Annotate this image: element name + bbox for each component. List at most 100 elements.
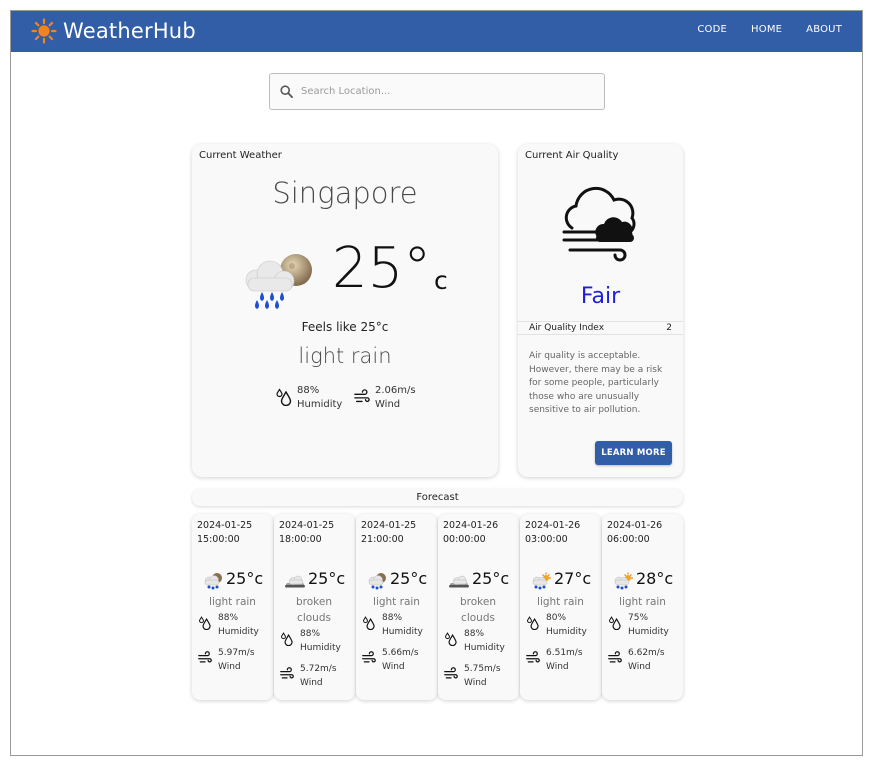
top-navbar: WeatherHub CODE HOME ABOUT xyxy=(11,11,862,52)
forecast-wind-label: Wind xyxy=(382,662,405,672)
forecast-humidity-value: 75% xyxy=(628,613,649,623)
forecast-humidity-label: Humidity xyxy=(546,627,587,637)
forecast-humidity: 80% Humidity xyxy=(526,611,587,639)
forecast-temperature: 25°c xyxy=(308,569,346,588)
nav-home[interactable]: HOME xyxy=(751,24,782,35)
humidity-icon xyxy=(276,388,292,406)
search-icon xyxy=(280,85,293,98)
forecast-description: broken clouds xyxy=(460,596,496,624)
humidity-icon xyxy=(445,632,457,646)
forecast-humidity: 75% Humidity xyxy=(608,611,669,639)
forecast-card: 2024-01-26 00:00:00 25°c broken clouds 88% Hu… xyxy=(438,514,519,700)
forecast-date: 2024-01-25 xyxy=(279,520,335,531)
forecast-temperature: 25°c xyxy=(390,569,428,588)
forecast-humidity-label: Humidity xyxy=(464,643,505,653)
forecast-heading: Forecast xyxy=(192,489,683,506)
forecast-wind-label: Wind xyxy=(464,678,487,688)
nav-code[interactable]: CODE xyxy=(697,24,727,35)
nav-links: CODE HOME ABOUT xyxy=(673,24,842,35)
nav-about[interactable]: ABOUT xyxy=(806,24,842,35)
forecast-humidity: 88% Humidity xyxy=(280,627,341,655)
humidity-value: 88% xyxy=(297,385,320,396)
humidity-icon xyxy=(199,616,211,630)
haze-cloud-icon xyxy=(562,186,636,262)
logo[interactable]: WeatherHub xyxy=(31,17,196,45)
forecast-humidity-value: 88% xyxy=(464,629,485,639)
wind-icon xyxy=(198,651,212,663)
temperature-unit: c xyxy=(434,266,448,295)
forecast-description: light rain xyxy=(373,596,420,608)
forecast-humidity-value: 88% xyxy=(300,629,321,639)
humidity-icon xyxy=(609,616,621,630)
forecast-wind: 5.66m/s Wind xyxy=(362,646,419,674)
forecast-description: light rain xyxy=(619,596,666,608)
forecast-time: 00:00:00 xyxy=(443,534,486,545)
wind-stat: 2.06m/s Wind xyxy=(354,384,416,412)
forecast-wind: 6.51m/s Wind xyxy=(526,646,583,674)
forecast-wind-value: 5.97m/s xyxy=(218,648,255,658)
forecast-temperature: 28°c xyxy=(636,569,674,588)
forecast-temperature: 25°c xyxy=(226,569,264,588)
wind-icon xyxy=(444,667,458,679)
forecast-wind-label: Wind xyxy=(300,678,323,688)
humidity-icon xyxy=(363,616,375,630)
forecast-description: broken clouds xyxy=(296,596,332,624)
forecast-wind-label: Wind xyxy=(546,662,569,672)
forecast-humidity-label: Humidity xyxy=(300,643,341,653)
forecast-humidity-label: Humidity xyxy=(628,627,669,637)
humidity-icon xyxy=(527,616,539,630)
forecast-date: 2024-01-25 xyxy=(197,520,253,531)
forecast-humidity-value: 88% xyxy=(218,613,239,623)
forecast-time: 18:00:00 xyxy=(279,534,322,545)
feels-like: Feels like 25°c xyxy=(301,320,389,334)
rain-sun-icon xyxy=(612,572,634,590)
forecast-humidity-label: Humidity xyxy=(218,627,259,637)
forecast-humidity: 88% Humidity xyxy=(444,627,505,655)
rain-sun-icon xyxy=(530,572,552,590)
weather-description: light rain xyxy=(298,344,392,368)
forecast-humidity: 88% Humidity xyxy=(198,611,259,639)
rain-moon-icon xyxy=(366,572,388,590)
wind-icon xyxy=(354,389,370,403)
forecast-card: 2024-01-26 06:00:00 28°c light rain 75% Humid… xyxy=(602,514,683,700)
forecast-date: 2024-01-25 xyxy=(361,520,417,531)
app-title: WeatherHub xyxy=(63,19,196,43)
forecast-description: light rain xyxy=(537,596,584,608)
search-input[interactable] xyxy=(301,86,581,97)
forecast-wind-value: 6.51m/s xyxy=(546,648,583,658)
forecast-date: 2024-01-26 xyxy=(525,520,581,531)
forecast-date: 2024-01-26 xyxy=(607,520,663,531)
forecast-wind-label: Wind xyxy=(628,662,651,672)
rain-moon-icon xyxy=(202,572,224,590)
current-weather-heading: Current Weather xyxy=(199,150,282,161)
forecast-time: 03:00:00 xyxy=(525,534,568,545)
forecast-humidity-value: 80% xyxy=(546,613,567,623)
forecast-wind-value: 5.75m/s xyxy=(464,664,501,674)
aqi-label: Air Quality Index xyxy=(529,323,605,333)
current-weather-card: Current Weather Singapore 25° c Feels li… xyxy=(192,144,498,477)
air-quality-label: Fair xyxy=(580,284,621,309)
wind-icon xyxy=(608,651,622,663)
forecast-time: 21:00:00 xyxy=(361,534,404,545)
forecast-time: 15:00:00 xyxy=(197,534,240,545)
sun-icon xyxy=(31,18,57,44)
forecast-card: 2024-01-25 21:00:00 25°c light rain 88% Humid… xyxy=(356,514,437,700)
humidity-label: Humidity xyxy=(297,399,343,410)
humidity-icon xyxy=(281,632,293,646)
forecast-humidity-label: Humidity xyxy=(382,627,423,637)
learn-more-button[interactable]: LEARN MORE xyxy=(595,441,672,465)
forecast-wind: 6.62m/s Wind xyxy=(608,646,665,674)
air-quality-card: Current Air Quality Fair Air Quality Ind… xyxy=(518,144,683,477)
wind-icon xyxy=(526,651,540,663)
forecast-wind-label: Wind xyxy=(218,662,241,672)
air-quality-heading: Current Air Quality xyxy=(525,150,619,161)
forecast-card: 2024-01-25 18:00:00 25°c broken clouds 88% Hu… xyxy=(274,514,355,700)
forecast-humidity-value: 88% xyxy=(382,613,403,623)
forecast-card: 2024-01-26 03:00:00 27°c light rain 80% Humid… xyxy=(520,514,601,700)
forecast-wind-value: 5.72m/s xyxy=(300,664,337,674)
humidity-stat: 88% Humidity xyxy=(276,384,342,412)
search-box[interactable] xyxy=(269,73,605,110)
air-quality-description: Air quality is acceptable. However, ther… xyxy=(529,351,663,415)
broken-clouds-icon xyxy=(448,572,470,590)
forecast-humidity: 88% Humidity xyxy=(362,611,423,639)
